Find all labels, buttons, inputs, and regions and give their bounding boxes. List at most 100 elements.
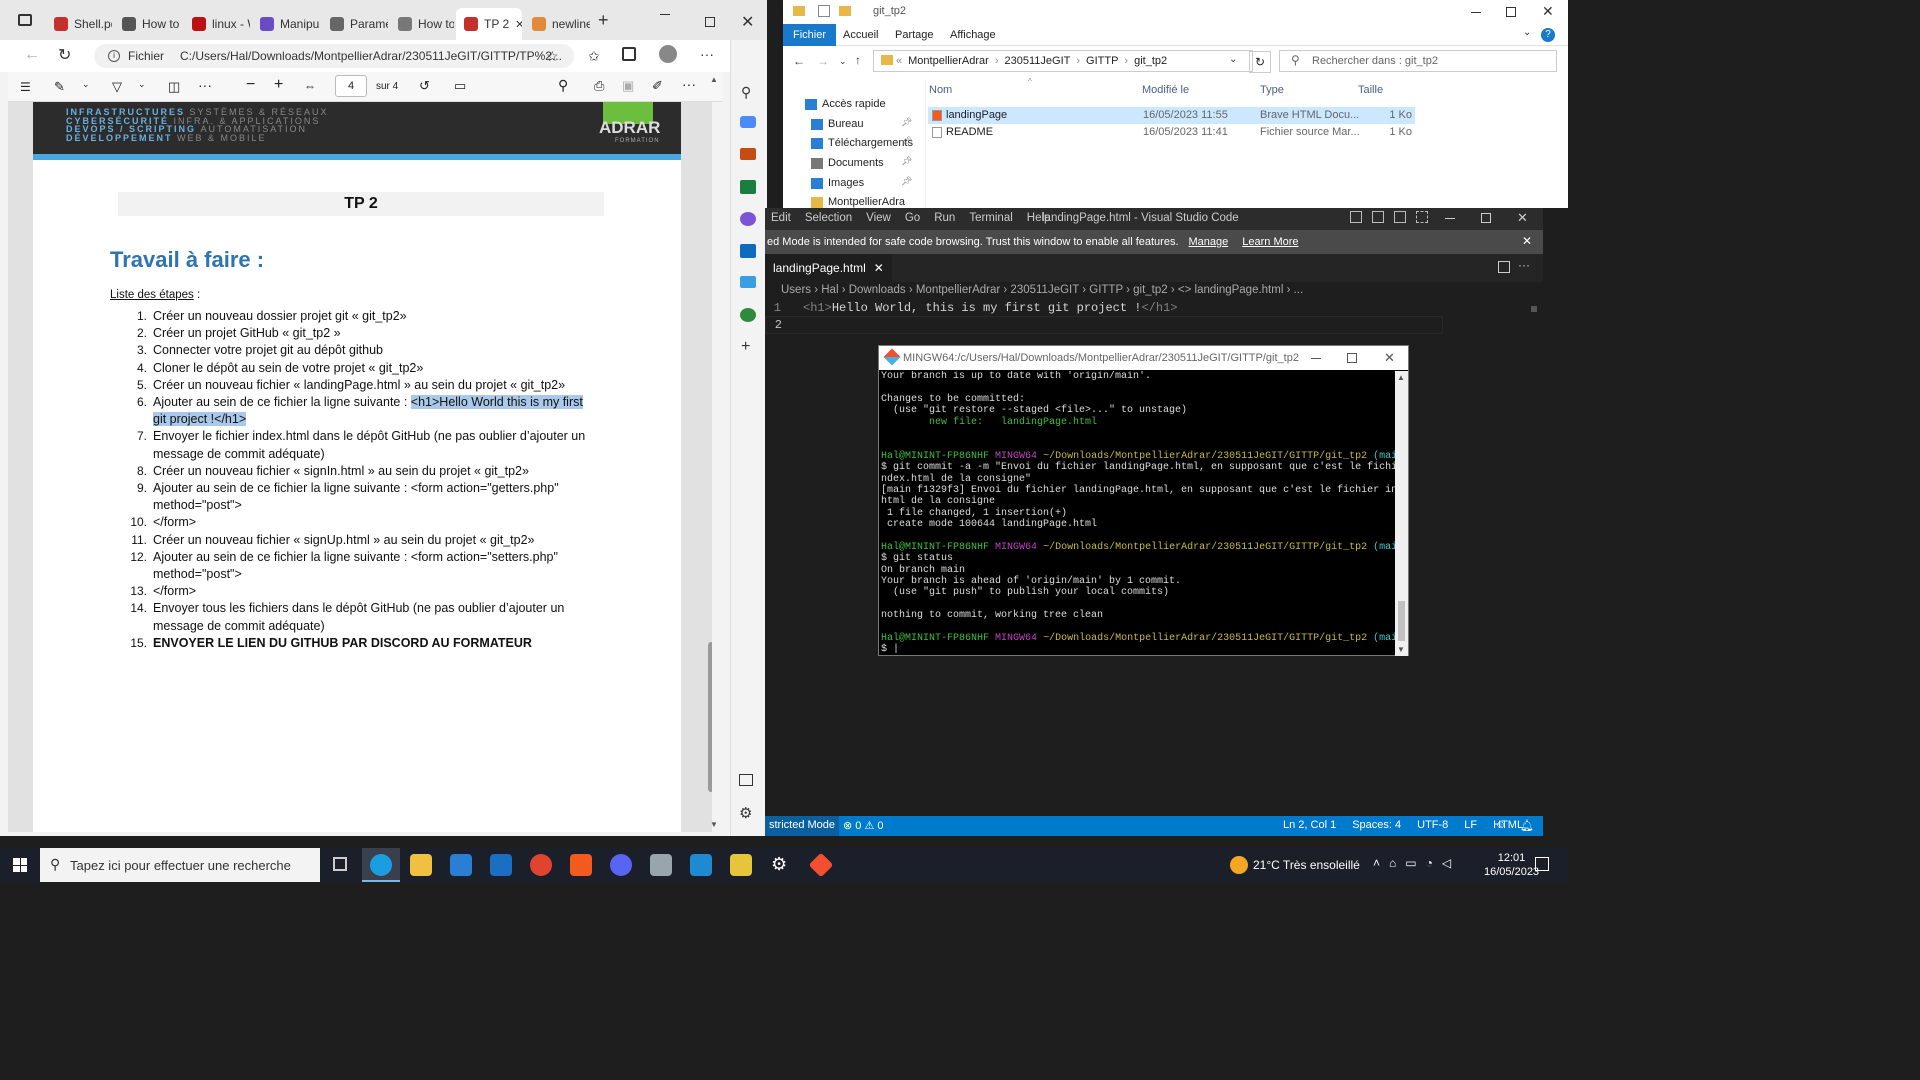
terminal-output[interactable]: Your branch is up to date with 'origin/m…: [881, 371, 1395, 656]
chrome-icon[interactable]: [530, 854, 552, 876]
page-number-input[interactable]: 4: [335, 75, 367, 97]
back-icon[interactable]: ←: [793, 54, 805, 68]
minimize-button[interactable]: [1471, 12, 1481, 13]
browser-tab[interactable]: How to: [390, 8, 454, 40]
maximize-button[interactable]: [1506, 7, 1516, 17]
minimize-button[interactable]: [660, 14, 670, 15]
send-icon[interactable]: [740, 276, 756, 288]
menu-item[interactable]: Terminal: [969, 212, 1012, 224]
file-row[interactable]: landingPage 16/05/2023 11:55 Brave HTML Do…: [928, 107, 1415, 124]
toggle-sidebar-icon[interactable]: [1350, 211, 1362, 223]
more-tools-icon[interactable]: ···: [198, 77, 212, 93]
read-aloud-icon[interactable]: ◫: [168, 79, 180, 95]
search-icon[interactable]: ⚲: [558, 77, 568, 94]
url-field[interactable]: i Fichier C:/Users/Hal/Downloads/Montpel…: [94, 44, 574, 68]
vscode-icon[interactable]: [690, 854, 712, 876]
menu-item[interactable]: Edit: [771, 212, 791, 224]
problems-status[interactable]: ⊗ 0 ⚠ 0: [843, 819, 883, 832]
pin-icon[interactable]: 📌︎: [901, 176, 912, 187]
display-icon[interactable]: ▭: [1405, 856, 1416, 870]
gear-icon[interactable]: ⚙: [771, 854, 787, 875]
chevron-down-icon[interactable]: ⌄: [82, 79, 90, 90]
ribbon-tab-accueil[interactable]: Accueil: [833, 24, 888, 46]
status-item[interactable]: LF: [1464, 819, 1477, 831]
menu-item[interactable]: Selection: [805, 212, 852, 224]
pdf-scrollbar[interactable]: [708, 642, 712, 792]
browser-tab[interactable]: TP 2 ✕: [456, 8, 522, 40]
git-bash-icon[interactable]: [808, 852, 834, 878]
menu-item[interactable]: View: [866, 212, 891, 224]
zoom-in-button[interactable]: +: [274, 76, 283, 94]
more-actions-icon[interactable]: ···: [1518, 258, 1530, 272]
ribbon-tab-affichage[interactable]: Affichage: [940, 24, 1006, 46]
minimize-button[interactable]: [1445, 218, 1455, 219]
close-button[interactable]: ✕: [741, 12, 754, 32]
app-icon[interactable]: [650, 854, 672, 876]
learn-more-link[interactable]: Learn More: [1242, 236, 1298, 248]
properties-icon[interactable]: [818, 5, 830, 17]
close-banner-icon[interactable]: ✕: [1522, 234, 1532, 248]
close-button[interactable]: ✕: [1542, 3, 1554, 20]
refresh-icon[interactable]: ↻: [1249, 51, 1271, 73]
close-button[interactable]: ✕: [1384, 350, 1395, 366]
weather-icon[interactable]: [1230, 856, 1248, 874]
office-icon[interactable]: [740, 212, 756, 226]
manage-link[interactable]: Manage: [1189, 236, 1229, 248]
chevron-up-icon[interactable]: ˄: [1373, 856, 1380, 870]
print-icon[interactable]: ⎙: [594, 78, 604, 94]
mail-icon[interactable]: [490, 854, 512, 876]
close-tab-icon[interactable]: ✕: [515, 18, 522, 31]
sidebar-toggle-icon[interactable]: [739, 774, 753, 786]
weather-text[interactable]: 21°C Très ensoleillé: [1253, 858, 1360, 872]
breadcrumb[interactable]: Users › Hal › Downloads › MontpellierAdr…: [781, 284, 1303, 296]
column-name[interactable]: Nom: [929, 84, 952, 96]
path-segment[interactable]: GITTP: [1086, 55, 1118, 67]
pin-icon[interactable]: 📌︎: [901, 136, 912, 147]
shopping-icon[interactable]: [740, 116, 756, 128]
path-segment[interactable]: MontpellierAdrar: [908, 55, 989, 67]
nav-item[interactable]: Images: [811, 173, 864, 193]
tab-landingpage[interactable]: landingPage.html ✕: [765, 254, 892, 282]
tab-actions-icon[interactable]: [18, 14, 32, 26]
brave-icon[interactable]: [570, 854, 592, 876]
draw-icon[interactable]: ▽: [112, 79, 122, 95]
minimize-button[interactable]: [1311, 358, 1321, 359]
fit-page-icon[interactable]: ⇔: [304, 79, 316, 93]
search-input[interactable]: Rechercher dans : git_tp2: [1279, 50, 1557, 72]
chevron-down-icon[interactable]: ⌄: [138, 79, 146, 90]
games-icon[interactable]: [740, 180, 756, 194]
status-item[interactable]: UTF-8: [1417, 819, 1448, 831]
scroll-up-icon[interactable]: ▲: [710, 75, 718, 84]
start-button[interactable]: [13, 858, 27, 872]
scroll-down-icon[interactable]: ▼: [710, 820, 718, 829]
terminal-scrollbar[interactable]: ▲ ▼: [1395, 371, 1408, 656]
collections-icon[interactable]: [622, 47, 636, 61]
customize-layout-icon[interactable]: [1416, 211, 1428, 223]
zoom-out-button[interactable]: −: [246, 76, 255, 94]
taskbar-search[interactable]: Tapez ici pour effectuer une recherche: [40, 848, 320, 882]
feedback-icon[interactable]: ☺: [1495, 819, 1506, 831]
forward-icon[interactable]: →: [817, 54, 829, 68]
volume-icon[interactable]: ◁: [1442, 856, 1451, 870]
discord-icon[interactable]: [610, 854, 632, 876]
profile-avatar[interactable]: [659, 45, 677, 63]
address-bar[interactable]: « MontpellierAdrar › 230511JeGIT › GITTP › …: [873, 50, 1253, 72]
edge-icon[interactable]: [370, 854, 392, 876]
browser-tab[interactable]: Paramèt: [322, 8, 388, 40]
close-tab-icon[interactable]: ✕: [874, 261, 884, 275]
notification-center-icon[interactable]: [1535, 857, 1549, 871]
network-icon[interactable]: ⌂: [1389, 856, 1396, 870]
outlook-icon[interactable]: [740, 244, 756, 258]
file-row[interactable]: README 16/05/2023 11:41 Fichier source Mar…: [928, 124, 1415, 141]
pin-icon[interactable]: 📌︎: [901, 117, 912, 128]
nav-item[interactable]: Accès rapide: [805, 94, 886, 114]
menu-item[interactable]: Run: [934, 212, 955, 224]
browser-tab[interactable]: Manipul: [252, 8, 320, 40]
close-button[interactable]: ✕: [1517, 210, 1528, 226]
menu-item[interactable]: Go: [905, 212, 920, 224]
status-item[interactable]: Ln 2, Col 1: [1283, 819, 1336, 831]
column-size[interactable]: Taille: [1358, 84, 1383, 96]
search-icon[interactable]: ⚲: [741, 84, 751, 101]
split-editor-icon[interactable]: [1498, 261, 1510, 273]
file-explorer-icon[interactable]: [410, 854, 432, 876]
